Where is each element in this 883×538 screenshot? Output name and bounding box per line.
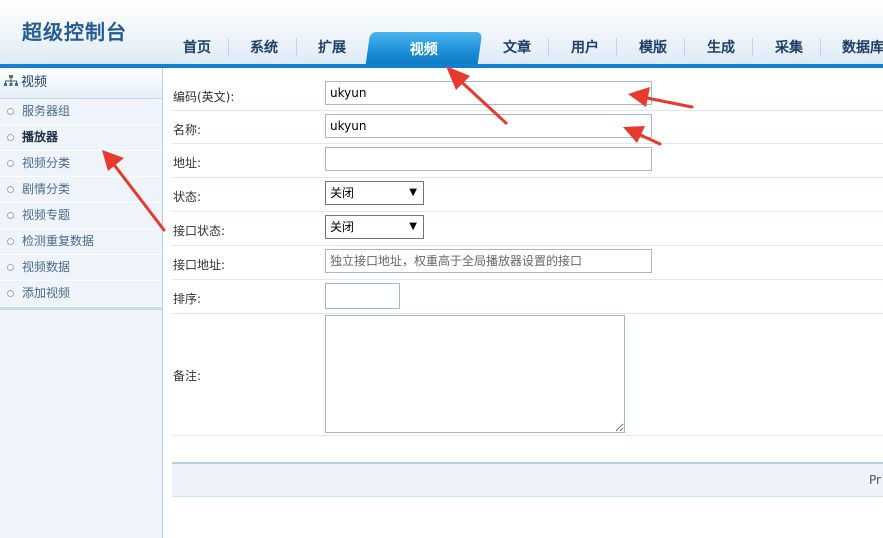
nav-tab-video[interactable]: 视频 bbox=[365, 32, 483, 64]
form-row-api-status: 接口状态: 关闭 ▼ bbox=[172, 212, 883, 246]
bullet-icon bbox=[7, 238, 14, 245]
sidebar-menu: 服务器组 播放器 视频分类 剧情分类 视频专题 检测重复数据 视频数据 添加视频 bbox=[0, 99, 162, 307]
app-title: 超级控制台 bbox=[22, 20, 127, 44]
nav-separator bbox=[296, 38, 297, 56]
bullet-icon bbox=[7, 264, 14, 271]
top-nav: 首页 系统 扩展 视频 文章 用户 模版 生成 采集 数据库 bbox=[162, 28, 883, 64]
sidebar-item-video-topic[interactable]: 视频专题 bbox=[0, 203, 162, 229]
nav-tab-database[interactable]: 数据库 bbox=[828, 28, 883, 64]
bullet-icon bbox=[7, 212, 14, 219]
sidebar: 视频 服务器组 播放器 视频分类 剧情分类 视频专题 检测重复数据 视频数据 添… bbox=[0, 68, 163, 538]
nav-separator bbox=[820, 38, 821, 56]
player-edit-form: 编码(英文): 名称: 地址: 状态: 关闭 ▼ 接口状态: 关闭 ▼ 接口地址… bbox=[172, 78, 883, 436]
form-row-address: 地址: bbox=[172, 144, 883, 178]
code-label: 编码(英文): bbox=[173, 90, 235, 104]
code-input[interactable] bbox=[325, 81, 652, 105]
sidebar-item-add-video[interactable]: 添加视频 bbox=[0, 281, 162, 307]
remark-label: 备注: bbox=[173, 369, 202, 383]
footer-text: Pr bbox=[869, 473, 881, 487]
api-address-input[interactable] bbox=[325, 249, 652, 273]
sitemap-icon bbox=[4, 75, 18, 86]
form-row-sort: 排序: bbox=[172, 280, 883, 314]
status-select[interactable]: 关闭 ▼ bbox=[325, 181, 424, 205]
api-status-select[interactable]: 关闭 ▼ bbox=[325, 215, 424, 239]
sidebar-item-video-data[interactable]: 视频数据 bbox=[0, 255, 162, 281]
form-row-remark: 备注: bbox=[172, 314, 883, 436]
dropdown-arrow-icon: ▼ bbox=[409, 221, 417, 232]
form-row-code: 编码(英文): bbox=[172, 78, 883, 111]
address-input[interactable] bbox=[325, 147, 652, 171]
nav-tab-collect[interactable]: 采集 bbox=[760, 28, 818, 64]
header: 超级控制台 首页 系统 扩展 视频 文章 用户 模版 生成 采集 数据库 bbox=[0, 0, 883, 64]
address-label: 地址: bbox=[173, 156, 202, 170]
nav-tab-home[interactable]: 首页 bbox=[170, 28, 224, 64]
nav-separator bbox=[684, 38, 685, 56]
nav-tab-template[interactable]: 模版 bbox=[624, 28, 682, 64]
status-label: 状态: bbox=[173, 190, 202, 204]
bullet-icon bbox=[7, 290, 14, 297]
sidebar-item-video-category[interactable]: 视频分类 bbox=[0, 151, 162, 177]
remark-textarea[interactable] bbox=[325, 315, 625, 433]
nav-tab-generate[interactable]: 生成 bbox=[692, 28, 750, 64]
bullet-icon bbox=[7, 134, 14, 141]
bullet-icon bbox=[7, 160, 14, 167]
api-address-label: 接口地址: bbox=[173, 258, 226, 272]
sort-input[interactable] bbox=[325, 283, 400, 309]
nav-tab-extension[interactable]: 扩展 bbox=[304, 28, 360, 64]
nav-tab-article[interactable]: 文章 bbox=[488, 28, 546, 64]
sidebar-divider bbox=[0, 307, 162, 310]
nav-tab-user[interactable]: 用户 bbox=[556, 28, 614, 64]
sidebar-item-plot-category[interactable]: 剧情分类 bbox=[0, 177, 162, 203]
bullet-icon bbox=[7, 186, 14, 193]
dropdown-arrow-icon: ▼ bbox=[409, 187, 417, 198]
nav-separator bbox=[616, 38, 617, 56]
name-input[interactable] bbox=[325, 114, 652, 138]
form-row-name: 名称: bbox=[172, 111, 883, 144]
nav-tab-system[interactable]: 系统 bbox=[236, 28, 292, 64]
name-label: 名称: bbox=[173, 123, 202, 137]
form-row-status: 状态: 关闭 ▼ bbox=[172, 178, 883, 212]
sidebar-item-player[interactable]: 播放器 bbox=[0, 125, 162, 151]
api-status-label: 接口状态: bbox=[173, 224, 226, 238]
sidebar-item-server-group[interactable]: 服务器组 bbox=[0, 99, 162, 125]
nav-separator bbox=[548, 38, 549, 56]
bullet-icon bbox=[7, 108, 14, 115]
sidebar-heading: 视频 bbox=[0, 68, 162, 99]
nav-separator bbox=[752, 38, 753, 56]
sidebar-heading-label: 视频 bbox=[21, 75, 48, 90]
form-footer-bar: Pr bbox=[172, 462, 883, 497]
form-row-api-address: 接口地址: bbox=[172, 246, 883, 280]
sort-label: 排序: bbox=[173, 292, 202, 306]
sidebar-item-check-duplicates[interactable]: 检测重复数据 bbox=[0, 229, 162, 255]
nav-separator bbox=[228, 38, 229, 56]
